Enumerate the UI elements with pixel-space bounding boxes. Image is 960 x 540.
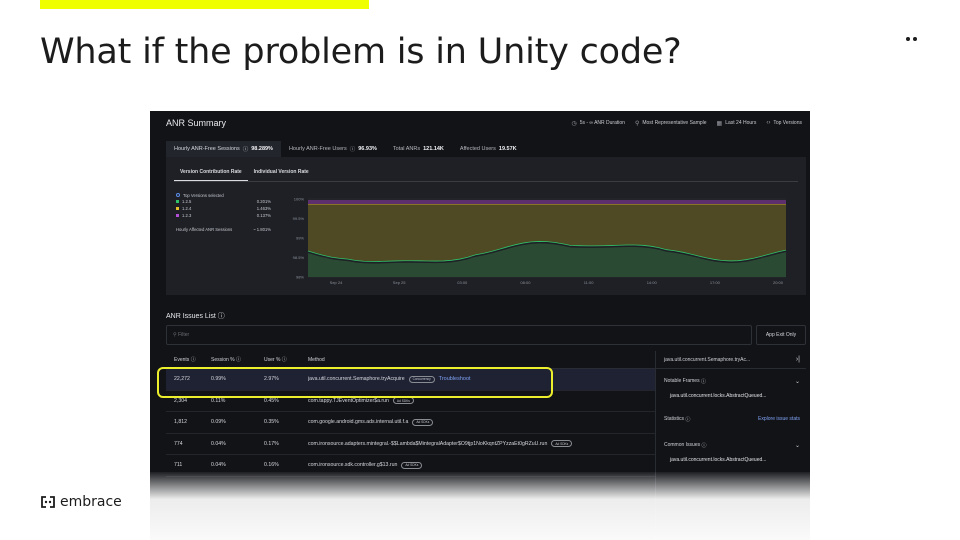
logo-dots-icon	[906, 37, 917, 41]
x-tick-label: 20:00	[773, 280, 784, 285]
radio-icon	[176, 193, 180, 198]
tag-badge: Ad SDKs	[392, 397, 414, 405]
tab-affected-users[interactable]: Affected Users 19.57K	[452, 141, 525, 157]
y-tick-label: 98.5%	[293, 255, 305, 260]
info-icon: ⓘ	[217, 313, 225, 320]
y-tick-label: 99.5%	[293, 216, 305, 221]
chart-card: Version Contribution Rate Individual Ver…	[166, 157, 806, 295]
filter-input[interactable]: ⚲ Filter	[166, 325, 752, 345]
accent-bar	[40, 0, 369, 9]
chevron-down-icon: ⌄	[794, 442, 800, 449]
detail-header: java.util.concurrent.Semaphore.tryAc... ›…	[656, 351, 806, 369]
x-tick-label: Sep 25	[393, 280, 406, 285]
chart-legend: Top Versions selected 1.2.5 0.201% 1.2.4 1…	[176, 192, 271, 233]
y-tick-label: 99%	[296, 236, 304, 241]
chevron-down-icon: ⌄	[794, 378, 800, 385]
issue-detail-panel: java.util.concurrent.Semaphore.tryAc... ›…	[655, 351, 806, 540]
x-tick-label: 17:00	[710, 280, 721, 285]
versions-control[interactable]: ‹› Top Versions	[766, 120, 802, 126]
x-tick-label: 03:00	[457, 280, 468, 285]
tab-individual-version[interactable]: Individual Version Rate	[248, 167, 315, 181]
explore-issue-stats-link[interactable]: Explore issue stats	[758, 416, 800, 422]
legend-item[interactable]: 1.2.3 0.137%	[176, 212, 271, 219]
app-title: ANR Summary	[166, 118, 227, 128]
calendar-icon: ▦	[716, 120, 723, 127]
info-icon: ⓘ	[685, 416, 691, 423]
slide-title: What if the problem is in Unity code?	[40, 32, 682, 72]
square-icon	[176, 200, 179, 204]
sample-control[interactable]: ⚲ Most Representative Sample	[635, 120, 707, 127]
anr-summary-screenshot: ANR Summary ◷ 5s - ∞ ANR Duration ⚲ Most R…	[150, 111, 810, 540]
y-tick-label: 100%	[294, 197, 305, 202]
x-tick-label: 08:00	[520, 280, 531, 285]
time-range-control[interactable]: ▦ Last 24 Hours	[717, 120, 757, 127]
highlight-box	[157, 367, 553, 398]
col-user[interactable]: User % ⓘ	[264, 356, 308, 363]
table-row[interactable]: 774 0.04% 0.17% com.ironsource.adapters.…	[166, 434, 655, 455]
duration-control[interactable]: ◷ 5s - ∞ ANR Duration	[571, 120, 625, 127]
legend-selected[interactable]: Top Versions selected	[176, 192, 271, 199]
area-chart: 100% 99.5% 99% 98.5% 98% Sep 24 Sep 25 03:00 08:…	[293, 197, 787, 285]
embrace-logo-icon	[41, 496, 55, 508]
divider	[174, 181, 798, 182]
tab-version-contribution[interactable]: Version Contribution Rate	[174, 167, 248, 181]
tab-total-anrs[interactable]: Total ANRs 121.14K	[385, 141, 452, 157]
info-icon: ⓘ	[701, 442, 707, 449]
issues-title: ANR Issues List ⓘ	[166, 313, 225, 320]
chart-sub-tabs: Version Contribution Rate Individual Ver…	[174, 167, 315, 181]
info-icon: ⓘ	[700, 378, 706, 385]
tag-badge: Ad SDKs	[401, 461, 423, 469]
area-1.2.3	[308, 200, 786, 204]
tag-badge: Ad SDKs	[551, 440, 573, 448]
notable-frames-section[interactable]: Notable Frames ⓘ ⌄	[656, 373, 806, 389]
notable-frame-item[interactable]: java.util.concurrent.locks.AbstractQueue…	[656, 389, 806, 403]
info-icon: ⓘ	[242, 147, 249, 153]
stats-tabs: Hourly ANR-Free Sessions ⓘ 98.289% Hourly …	[166, 141, 525, 157]
table-row[interactable]: 711 0.04% 0.16% com.ironsource.sdk.contr…	[166, 455, 655, 477]
embrace-logo: embrace	[40, 494, 122, 510]
col-events[interactable]: Events ⓘ	[166, 356, 211, 363]
collapse-panel-icon[interactable]: ›|	[796, 356, 800, 363]
x-tick-label: 11:00	[584, 280, 594, 285]
app-header: ANR Summary ◷ 5s - ∞ ANR Duration ⚲ Most R…	[150, 111, 810, 135]
filter-icon: ⚲	[634, 120, 640, 127]
col-method[interactable]: Method	[308, 357, 655, 363]
info-icon: ⓘ	[349, 147, 356, 153]
square-icon	[176, 213, 179, 217]
legend-affected: Hourly Affected ANR Sessions ~ 1.801%	[176, 227, 271, 233]
y-tick-label: 98%	[296, 275, 304, 280]
tab-anr-free-sessions[interactable]: Hourly ANR-Free Sessions ⓘ 98.289%	[166, 141, 281, 157]
info-icon: ⓘ	[190, 357, 196, 363]
col-session[interactable]: Session % ⓘ	[211, 356, 264, 363]
code-icon: ‹›	[766, 120, 771, 126]
info-icon: ⓘ	[236, 357, 242, 363]
common-issues-section[interactable]: Common Issues ⓘ ⌄	[656, 437, 806, 453]
table-row[interactable]: 1,812 0.09% 0.35% com.google.android.gms…	[166, 412, 655, 434]
legend-item[interactable]: 1.2.5 0.201%	[176, 199, 271, 206]
x-tick-label: 14:00	[647, 280, 658, 285]
clock-icon: ◷	[571, 120, 577, 127]
header-controls: ◷ 5s - ∞ ANR Duration ⚲ Most Representativ…	[571, 120, 802, 127]
tag-badge: Ad SDKs	[412, 418, 434, 426]
info-icon: ⓘ	[281, 357, 287, 363]
legend-item[interactable]: 1.2.4 1.463%	[176, 205, 271, 212]
tab-anr-free-users[interactable]: Hourly ANR-Free Users ⓘ 96.93%	[281, 141, 385, 157]
square-icon	[176, 206, 179, 210]
x-tick-label: Sep 24	[330, 280, 343, 285]
app-exit-only-button[interactable]: App Exit Only	[756, 325, 806, 345]
common-issue-item[interactable]: java.util.concurrent.locks.AbstractQueue…	[656, 453, 806, 467]
detail-title: java.util.concurrent.Semaphore.tryAc...	[664, 356, 751, 363]
statistics-section: Statistics ⓘ Explore issue stats	[664, 416, 800, 423]
